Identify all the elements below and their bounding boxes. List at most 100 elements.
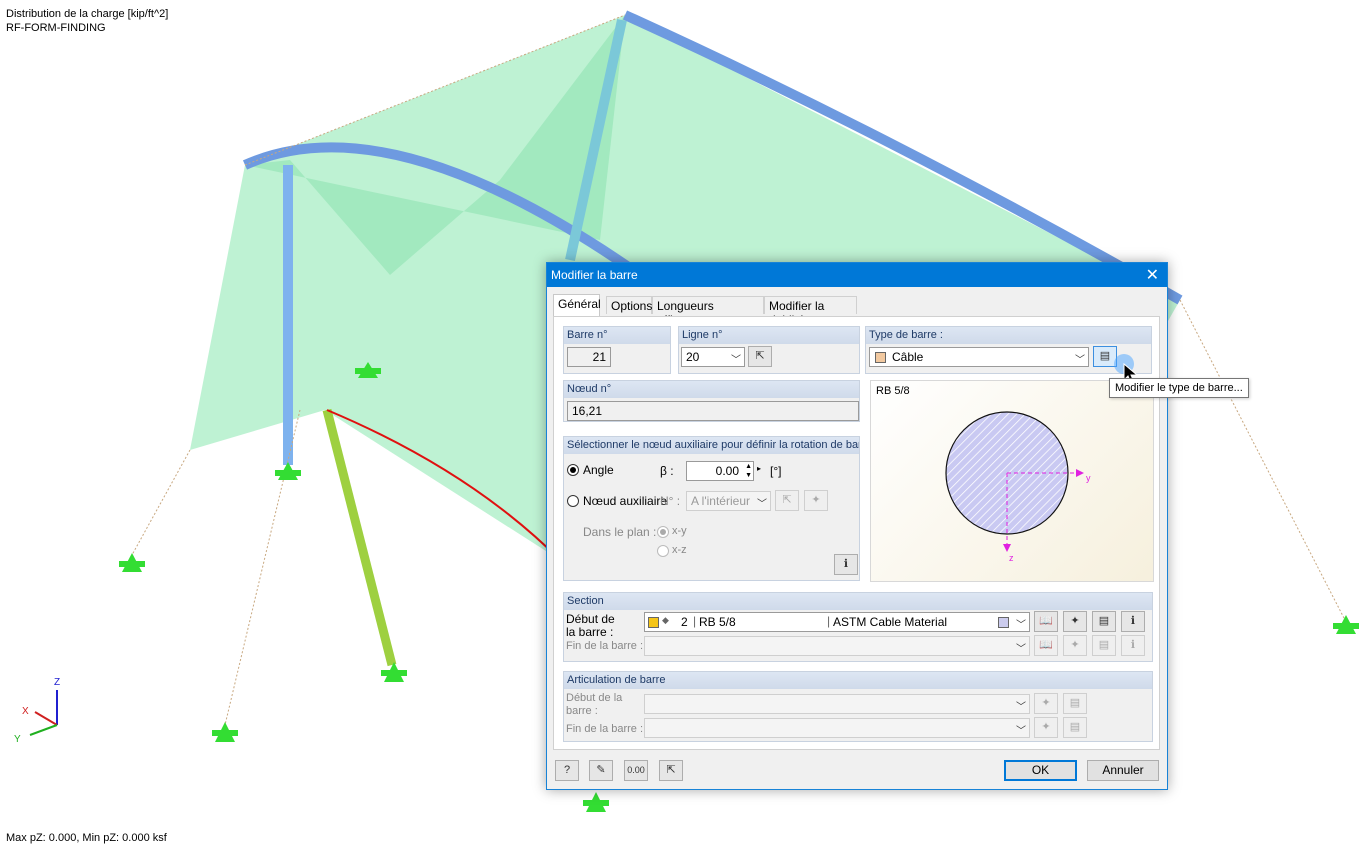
units-icon[interactable]: 0.00 — [624, 760, 648, 781]
plane-xy-radio[interactable] — [657, 526, 669, 538]
plane-xz-label: x-z — [672, 544, 687, 556]
group-rotation: Sélectionner le nœud auxiliaire pour déf… — [563, 436, 860, 581]
group-node-no: Nœud n° 16,21 — [563, 380, 860, 422]
section-end-label: Fin de la barre : — [566, 640, 644, 652]
section-start-label: Début de la barre : — [566, 612, 615, 639]
viewport-status: Max pZ: 0.000, Min pZ: 0.000 ksf — [6, 832, 167, 844]
library-icon[interactable]: 📖 — [1034, 635, 1058, 656]
viewport-subtitle: RF-FORM-FINDING — [6, 22, 106, 34]
angle-label: Angle — [583, 463, 614, 477]
node-no-field[interactable]: 16,21 — [567, 401, 859, 421]
close-icon[interactable]: ✕ — [1146, 265, 1159, 285]
library-icon[interactable]: 📖 — [1034, 611, 1058, 632]
plane-xy-label: x-y — [672, 525, 687, 537]
material-color — [998, 617, 1009, 628]
hinge-start-label: Début de la barre : — [566, 692, 623, 717]
new-section-icon[interactable]: ✦ — [1063, 611, 1087, 632]
section-tag-icon: ◆ — [662, 615, 669, 625]
plane-xz-radio[interactable] — [657, 545, 669, 557]
guy-line — [224, 409, 301, 726]
angle-radio[interactable] — [567, 464, 579, 476]
section-start-select[interactable]: ◆ 2 | RB 5/8 | ASTM Cable Material ﹀ — [644, 612, 1030, 632]
node-no-label: Nœud n° — [564, 381, 859, 398]
cancel-button[interactable]: Annuler — [1087, 760, 1159, 781]
chevron-down-icon: ﹀ — [1016, 644, 1026, 655]
section-info-icon[interactable]: ℹ — [1121, 635, 1145, 656]
new-section-icon[interactable]: ✦ — [1063, 635, 1087, 656]
mast-strut — [322, 408, 397, 667]
viewport-title: Distribution de la charge [kip/ft^2] — [6, 8, 169, 20]
guy-line — [1179, 299, 1346, 621]
axis-y-label: Y — [14, 734, 21, 745]
preview-axis-z: z — [1009, 553, 1014, 563]
group-hinge: Articulation de barre Début de la barre … — [563, 671, 1153, 742]
hinge-start-select[interactable]: ﹀ — [644, 694, 1030, 714]
hinge-end-select[interactable]: ﹀ — [644, 718, 1030, 738]
axis-x-line — [34, 711, 58, 726]
edit-icon[interactable]: ✎ — [589, 760, 613, 781]
line-no-select[interactable]: 20 ﹀ — [681, 347, 745, 367]
edit-hinge-icon[interactable]: ▤ — [1063, 693, 1087, 714]
beta-arrow-icon[interactable]: ▸ — [757, 464, 761, 473]
dialog-titlebar[interactable]: Modifier la barre ✕ — [547, 263, 1167, 287]
info-icon[interactable]: ℹ — [834, 554, 858, 575]
section-start-no: 2 — [681, 615, 688, 629]
section-preview: RB 5/8 y z — [870, 380, 1154, 582]
aux-node-radio[interactable] — [567, 495, 579, 507]
axis-z-label: Z — [54, 677, 60, 688]
section-start-name: RB 5/8 — [699, 615, 736, 629]
plane-label: Dans le plan : — [583, 525, 657, 539]
chevron-down-icon: ﹀ — [757, 499, 767, 510]
ok-button[interactable]: OK — [1004, 760, 1077, 781]
tab-general[interactable]: Général — [553, 294, 601, 316]
spin-icon[interactable]: ▲ ▼ — [745, 462, 752, 480]
chevron-down-icon: ﹀ — [1016, 620, 1026, 631]
beta-unit: [°] — [770, 464, 782, 478]
aux-no-label: N° : — [660, 494, 681, 508]
member-type-color — [875, 352, 886, 363]
chevron-down-icon: ﹀ — [731, 355, 741, 366]
section-info-icon[interactable]: ℹ — [1121, 611, 1145, 632]
edit-member-dialog: Modifier la barre ✕ Général Options Long… — [546, 262, 1168, 790]
edit-section-icon[interactable]: ▤ — [1092, 635, 1116, 656]
pick-line-icon[interactable]: ⇱ — [748, 346, 772, 367]
chevron-down-icon: ﹀ — [1075, 355, 1085, 366]
rotation-header: Sélectionner le nœud auxiliaire pour déf… — [564, 437, 859, 454]
tab-options[interactable]: Options — [606, 296, 652, 314]
new-hinge-icon[interactable]: ✦ — [1034, 717, 1058, 738]
line-no-label: Ligne n° — [679, 327, 859, 344]
section-color — [648, 617, 659, 628]
edit-section-icon[interactable]: ▤ — [1092, 611, 1116, 632]
member-no-field[interactable]: 21 — [567, 347, 611, 367]
separator: | — [693, 614, 697, 628]
new-hinge-icon[interactable]: ✦ — [1034, 693, 1058, 714]
aux-node-select[interactable]: A l'intérieur ﹀ — [686, 491, 771, 511]
dialog-title: Modifier la barre — [551, 268, 638, 282]
tab-effective-lengths[interactable]: Longueurs efficaces — [652, 296, 764, 327]
beta-label: β : — [660, 464, 674, 478]
group-section: Section Début de la barre : ◆ 2 | RB 5/8… — [563, 592, 1153, 662]
hinge-end-label: Fin de la barre : — [566, 723, 644, 735]
tab-modify-stiffness[interactable]: Modifier la rigidité — [764, 296, 857, 327]
section-end-select[interactable]: ﹀ — [644, 636, 1030, 656]
section-drawing: y z — [945, 411, 1091, 563]
aux-node-value: A l'intérieur — [691, 494, 750, 508]
tooltip: Modifier le type de barre... — [1109, 378, 1249, 398]
beta-value: 0.00 — [715, 464, 739, 478]
pick-node-icon[interactable]: ⇱ — [775, 490, 799, 511]
help-icon[interactable]: ? — [555, 760, 579, 781]
aux-node-label: Nœud auxiliaire — [583, 494, 668, 508]
group-member-type: Type de barre : Câble ﹀ ▤ — [865, 326, 1152, 374]
chevron-down-icon: ﹀ — [1016, 726, 1026, 737]
axis-x-label: X — [22, 706, 29, 717]
preview-axis-y: y — [1086, 473, 1091, 483]
edit-hinge-icon[interactable]: ▤ — [1063, 717, 1087, 738]
general-panel: Barre n° 21 Ligne n° 20 ﹀ ⇱ Type de barr… — [553, 316, 1160, 750]
member-type-select[interactable]: Câble ﹀ — [869, 347, 1089, 367]
group-line-no: Ligne n° 20 ﹀ ⇱ — [678, 326, 860, 374]
beta-input[interactable]: 0.00 ▲ ▼ — [686, 461, 754, 481]
pick-icon[interactable]: ⇱ — [659, 760, 683, 781]
new-node-icon[interactable]: ✦ — [804, 490, 828, 511]
member-type-value: Câble — [892, 350, 924, 364]
guy-line — [131, 449, 191, 556]
